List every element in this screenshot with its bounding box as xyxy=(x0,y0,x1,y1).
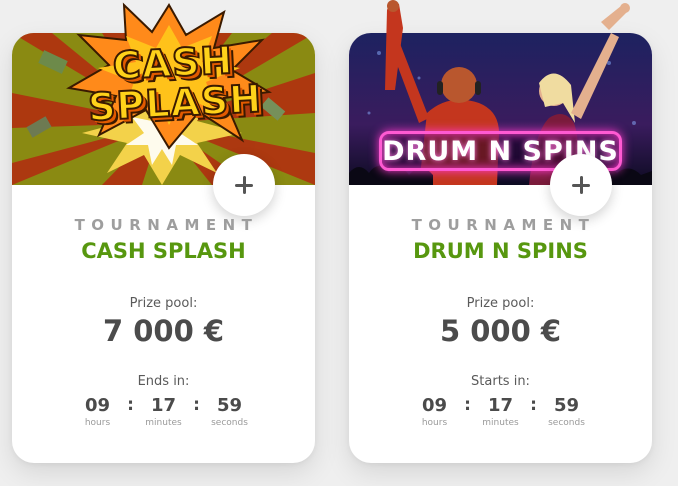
tournament-banner-image xyxy=(349,33,652,185)
timer-label: Starts in: xyxy=(471,374,530,389)
tournament-name: DRUM N SPINS xyxy=(413,239,588,263)
timer-seconds-value: 59 xyxy=(216,395,243,416)
timer-seconds: 59 seconds xyxy=(542,395,592,429)
add-tournament-button[interactable] xyxy=(213,154,275,216)
tournament-card-cash-splash[interactable]: CASH SPLASH TOURNAMENT CASH SPLASH Prize… xyxy=(12,2,315,463)
timer-hours-value: 09 xyxy=(84,395,111,416)
timer-seconds: 59 seconds xyxy=(205,395,255,429)
timer-seconds-label: seconds xyxy=(211,418,248,428)
prize-pool-label: Prize pool: xyxy=(129,296,198,311)
timer-seconds-label: seconds xyxy=(548,418,585,428)
timer-separator: : xyxy=(127,395,134,415)
timer-minutes-value: 17 xyxy=(150,395,177,416)
countdown-timer: 09 hours : 17 minutes : 59 seconds xyxy=(12,395,315,429)
timer-minutes: 17 minutes xyxy=(139,395,189,429)
countdown-timer: 09 hours : 17 minutes : 59 seconds xyxy=(349,395,652,429)
prize-pool-value: 7 000 € xyxy=(102,314,225,348)
tournament-kicker: TOURNAMENT xyxy=(411,216,596,234)
tournament-card-drum-n-spins[interactable]: DRUM N SPINS TOURNAMENT DRUM N SPINS Pri… xyxy=(349,0,652,463)
plus-icon xyxy=(235,176,253,194)
timer-minutes-value: 17 xyxy=(487,395,514,416)
timer-hours-label: hours xyxy=(84,418,111,428)
timer-separator: : xyxy=(464,395,471,415)
tournament-kicker: TOURNAMENT xyxy=(74,216,259,234)
timer-separator: : xyxy=(530,395,537,415)
add-tournament-button[interactable] xyxy=(550,154,612,216)
timer-seconds-value: 59 xyxy=(553,395,580,416)
prize-pool-label: Prize pool: xyxy=(466,296,535,311)
timer-label: Ends in: xyxy=(137,374,190,389)
prize-pool-value: 5 000 € xyxy=(439,314,562,348)
tournament-name: CASH SPLASH xyxy=(81,239,246,263)
timer-minutes-label: minutes xyxy=(145,418,182,428)
timer-separator: : xyxy=(193,395,200,415)
timer-hours-value: 09 xyxy=(421,395,448,416)
timer-minutes-label: minutes xyxy=(482,418,519,428)
timer-hours: 09 hours xyxy=(73,395,123,429)
timer-hours: 09 hours xyxy=(410,395,460,429)
plus-icon xyxy=(572,176,590,194)
timer-minutes: 17 minutes xyxy=(476,395,526,429)
tournament-banner-image xyxy=(12,33,315,185)
timer-hours-label: hours xyxy=(421,418,448,428)
